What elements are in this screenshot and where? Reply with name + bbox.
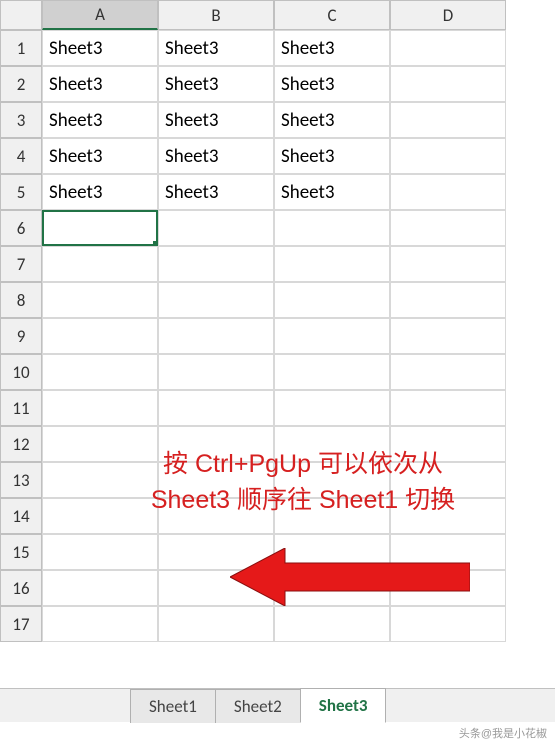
row-header[interactable]: 16 <box>0 570 42 606</box>
row-header[interactable]: 7 <box>0 246 42 282</box>
cell-a2[interactable]: Sheet3 <box>42 66 158 102</box>
row-header[interactable]: 4 <box>0 138 42 174</box>
cell-c3[interactable]: Sheet3 <box>274 102 390 138</box>
cell[interactable] <box>42 534 158 570</box>
row-header[interactable]: 10 <box>0 354 42 390</box>
cell[interactable] <box>274 606 390 642</box>
col-header-a[interactable]: A <box>42 0 158 30</box>
tab-sheet3[interactable]: Sheet3 <box>300 688 387 723</box>
col-header-c[interactable]: C <box>274 0 390 30</box>
cell[interactable] <box>42 606 158 642</box>
cell-c6[interactable] <box>274 210 390 246</box>
row-header[interactable]: 11 <box>0 390 42 426</box>
cell[interactable] <box>390 282 506 318</box>
cell[interactable] <box>42 390 158 426</box>
cell[interactable] <box>274 390 390 426</box>
cell-d2[interactable] <box>390 66 506 102</box>
row-header[interactable]: 3 <box>0 102 42 138</box>
cell[interactable] <box>274 246 390 282</box>
cell[interactable] <box>158 246 274 282</box>
cell-c4[interactable]: Sheet3 <box>274 138 390 174</box>
cell[interactable] <box>158 318 274 354</box>
tab-sheet2[interactable]: Sheet2 <box>215 689 301 723</box>
cell-a4[interactable]: Sheet3 <box>42 138 158 174</box>
cell[interactable] <box>390 354 506 390</box>
cell-a5[interactable]: Sheet3 <box>42 174 158 210</box>
cell-d5[interactable] <box>390 174 506 210</box>
cell-a1[interactable]: Sheet3 <box>42 30 158 66</box>
cell[interactable] <box>390 318 506 354</box>
row-header[interactable]: 5 <box>0 174 42 210</box>
arrow-left-icon <box>230 548 470 606</box>
cell-a3[interactable]: Sheet3 <box>42 102 158 138</box>
col-header-d[interactable]: D <box>390 0 506 30</box>
tab-sheet1[interactable]: Sheet1 <box>130 689 216 723</box>
cell[interactable] <box>42 318 158 354</box>
cell[interactable] <box>42 246 158 282</box>
cell[interactable] <box>42 354 158 390</box>
cell-a6-selected[interactable] <box>42 210 158 246</box>
cell-b6[interactable] <box>158 210 274 246</box>
row-header[interactable]: 12 <box>0 426 42 462</box>
select-all-corner[interactable] <box>0 0 42 30</box>
col-header-b[interactable]: B <box>158 0 274 30</box>
cell-c2[interactable]: Sheet3 <box>274 66 390 102</box>
annotation-text: 按 Ctrl+PgUp 可以依次从 Sheet3 顺序往 Sheet1 切换 <box>68 446 538 519</box>
cell[interactable] <box>274 318 390 354</box>
cell-d4[interactable] <box>390 138 506 174</box>
cell-b4[interactable]: Sheet3 <box>158 138 274 174</box>
cell[interactable] <box>274 354 390 390</box>
cell-b5[interactable]: Sheet3 <box>158 174 274 210</box>
row-header[interactable]: 17 <box>0 606 42 642</box>
row-header[interactable]: 6 <box>0 210 42 246</box>
cell-b3[interactable]: Sheet3 <box>158 102 274 138</box>
cell-c5[interactable]: Sheet3 <box>274 174 390 210</box>
cell-c1[interactable]: Sheet3 <box>274 30 390 66</box>
cell[interactable] <box>158 606 274 642</box>
cell[interactable] <box>390 390 506 426</box>
cell-d3[interactable] <box>390 102 506 138</box>
row-header[interactable]: 8 <box>0 282 42 318</box>
fill-handle[interactable] <box>153 241 158 246</box>
annotation-line1: 按 Ctrl+PgUp 可以依次从 <box>163 450 443 478</box>
row-header[interactable]: 1 <box>0 30 42 66</box>
spreadsheet-grid: A B C D 1 Sheet3 Sheet3 Sheet3 2 Sheet3 … <box>0 0 555 642</box>
row-header[interactable]: 2 <box>0 66 42 102</box>
cell[interactable] <box>42 282 158 318</box>
cell-d1[interactable] <box>390 30 506 66</box>
cell[interactable] <box>390 606 506 642</box>
cell-b2[interactable]: Sheet3 <box>158 66 274 102</box>
cell-b1[interactable]: Sheet3 <box>158 30 274 66</box>
cell[interactable] <box>42 570 158 606</box>
row-header[interactable]: 15 <box>0 534 42 570</box>
row-header[interactable]: 9 <box>0 318 42 354</box>
row-header[interactable]: 14 <box>0 498 42 534</box>
cell[interactable] <box>158 390 274 426</box>
watermark-text: 头条@我是小花椒 <box>459 725 547 741</box>
cell-d6[interactable] <box>390 210 506 246</box>
cell[interactable] <box>158 354 274 390</box>
cell[interactable] <box>390 246 506 282</box>
cell[interactable] <box>158 282 274 318</box>
cell[interactable] <box>274 282 390 318</box>
annotation-line2: Sheet3 顺序往 Sheet1 切换 <box>151 486 455 514</box>
row-header[interactable]: 13 <box>0 462 42 498</box>
sheet-tab-bar: Sheet1 Sheet2 Sheet3 <box>0 688 555 722</box>
